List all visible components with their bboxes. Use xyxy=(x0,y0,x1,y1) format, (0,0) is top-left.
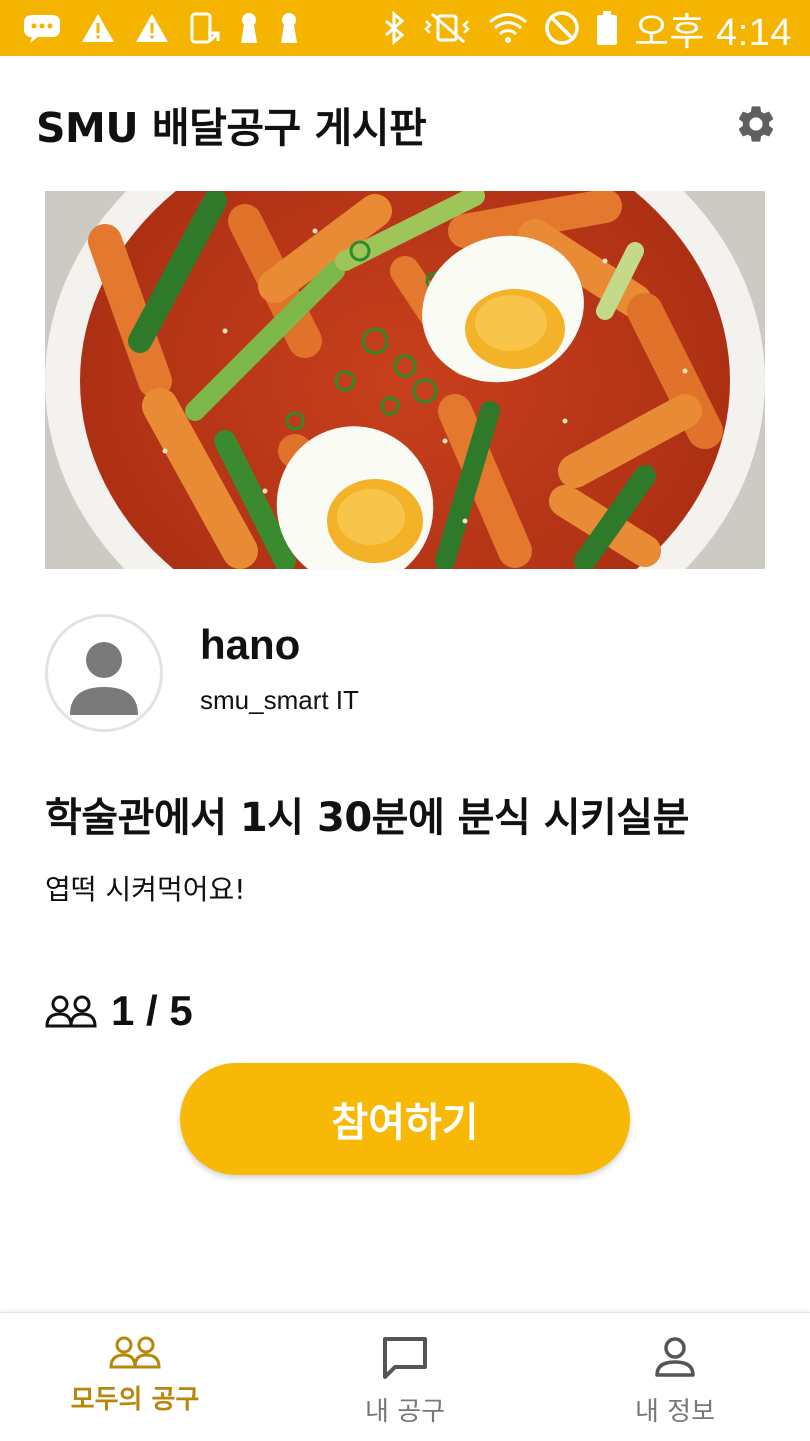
warning-icon xyxy=(134,12,170,44)
person-icon xyxy=(655,1337,695,1377)
warning-icon xyxy=(80,12,116,44)
participant-count: 1 / 5 xyxy=(45,985,193,1037)
nav-label-my-info: 내 정보 xyxy=(634,1397,716,1427)
vibrate-icon xyxy=(422,11,472,45)
keyhole-icon xyxy=(278,11,300,45)
chat-bubble-icon xyxy=(22,12,62,44)
people-icon xyxy=(45,995,97,1028)
nav-label-all-group-buys: 모두의 공구 xyxy=(70,1385,200,1415)
app-bar: SMU 배달공구 게시판 xyxy=(0,56,810,191)
nav-item-all-group-buys[interactable]: 모두의 공구 xyxy=(0,1313,270,1441)
author-info: hano smu_smart IT xyxy=(45,613,765,737)
post-body: 엽떡 시켜먹어요! xyxy=(45,873,246,906)
join-button[interactable]: 참여하기 xyxy=(180,1063,630,1175)
settings-button[interactable] xyxy=(732,100,780,148)
bottom-nav: 모두의 공구 내 공구 내 정보 xyxy=(0,1312,810,1441)
status-bar: 오후 4:14 xyxy=(0,0,810,56)
keyhole-icon xyxy=(238,11,260,45)
nav-item-my-info[interactable]: 내 정보 xyxy=(540,1313,810,1441)
author-name: hano xyxy=(200,621,301,668)
post-title: 학술관에서 1시 30분에 분식 시키실분 xyxy=(45,795,689,841)
gear-icon xyxy=(738,105,774,142)
status-time: 오후 4:14 xyxy=(634,11,792,54)
nav-label-my-group-buys: 내 공구 xyxy=(364,1397,446,1427)
participant-count-text: 1 / 5 xyxy=(111,987,193,1034)
post-image xyxy=(45,191,765,569)
nav-item-my-group-buys[interactable]: 내 공구 xyxy=(270,1313,540,1441)
avatar[interactable] xyxy=(45,614,163,732)
people-icon xyxy=(109,1336,161,1369)
do-not-disturb-icon xyxy=(544,10,580,46)
person-icon xyxy=(70,642,138,715)
bluetooth-icon xyxy=(382,11,406,45)
screen-rotate-icon xyxy=(188,11,220,45)
battery-icon xyxy=(596,10,618,46)
chat-icon xyxy=(383,1337,427,1379)
page-title: SMU 배달공구 게시판 xyxy=(36,103,427,152)
wifi-icon xyxy=(488,11,528,45)
author-department: smu_smart IT xyxy=(200,685,359,715)
tteokbokki-photo xyxy=(45,191,765,569)
